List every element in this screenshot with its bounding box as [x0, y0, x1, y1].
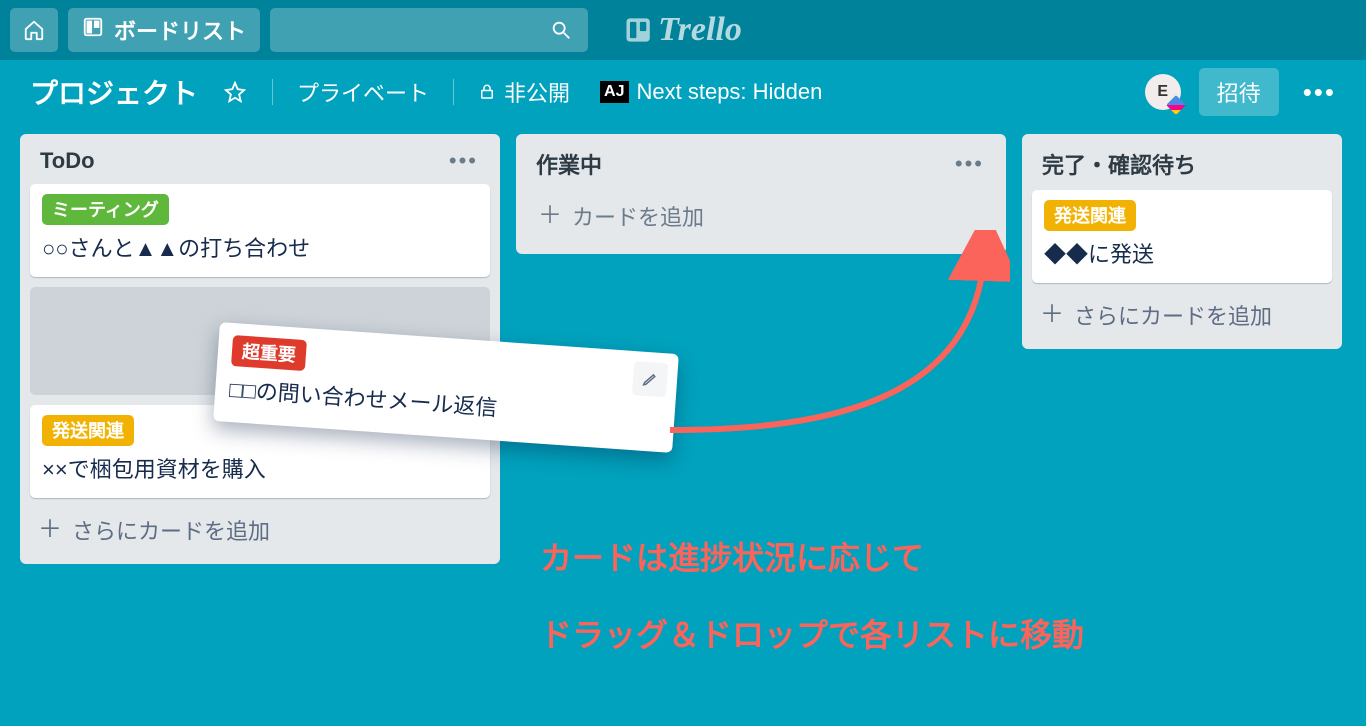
- card[interactable]: 発送関連 ◆◆に発送: [1032, 190, 1332, 283]
- card-text: ○○さんと▲▲の打ち合わせ: [42, 231, 478, 263]
- card[interactable]: ミーティング ○○さんと▲▲の打ち合わせ: [30, 184, 490, 277]
- home-button[interactable]: [10, 8, 58, 52]
- lock-icon: [478, 83, 496, 101]
- card-label: 発送関連: [42, 415, 134, 446]
- card-label: 超重要: [231, 335, 307, 371]
- powerup-item[interactable]: AJ Next steps: Hidden: [594, 75, 828, 109]
- brand-text: Trello: [658, 11, 742, 49]
- card-text: ◆◆に発送: [1044, 237, 1320, 269]
- card-text: ××で梱包用資材を購入: [42, 452, 478, 484]
- list-title[interactable]: 作業中: [536, 148, 602, 180]
- edit-card-button[interactable]: [632, 361, 668, 397]
- top-nav: ボードリスト Trello: [0, 0, 1366, 60]
- search-input[interactable]: [270, 8, 588, 52]
- pencil-icon: [640, 370, 659, 389]
- plus-icon: ＋: [1040, 303, 1064, 327]
- list-title[interactable]: 完了・確認待ち: [1042, 148, 1196, 180]
- board-header: プロジェクト プライベート 非公開 AJ Next steps: Hidden …: [0, 60, 1366, 124]
- add-card-button[interactable]: ＋ カードを追加: [526, 190, 996, 242]
- add-card-button[interactable]: ＋ さらにカードを追加: [1032, 293, 1332, 337]
- plus-icon: ＋: [38, 518, 62, 542]
- team-visibility[interactable]: プライベート: [291, 72, 435, 112]
- search-icon: [550, 19, 572, 41]
- annotation-text: カードは進捗状況に応じて ドラッグ＆ドロップで各リストに移動: [540, 520, 1084, 674]
- list-done: 完了・確認待ち 発送関連 ◆◆に発送 ＋ さらにカードを追加: [1022, 134, 1342, 349]
- divider: [453, 79, 454, 105]
- list-menu-button[interactable]: •••: [955, 151, 984, 177]
- list-title[interactable]: ToDo: [40, 148, 95, 174]
- boards-icon: [82, 16, 104, 44]
- home-icon: [23, 19, 45, 41]
- plus-icon: ＋: [538, 204, 562, 228]
- trello-icon: [624, 16, 652, 44]
- card-text: □□の問い合わせメール返信: [228, 372, 661, 434]
- board-menu-button[interactable]: •••: [1297, 77, 1342, 108]
- list-menu-button[interactable]: •••: [449, 148, 478, 174]
- card-label: 発送関連: [1044, 200, 1136, 231]
- card-label: ミーティング: [42, 194, 169, 225]
- brand-logo[interactable]: Trello: [624, 11, 742, 49]
- star-icon: [224, 81, 246, 103]
- boards-button[interactable]: ボードリスト: [68, 8, 260, 52]
- board-visibility[interactable]: 非公開: [472, 72, 576, 112]
- list-working: 作業中 ••• ＋ カードを追加: [516, 134, 1006, 254]
- aj-badge-icon: AJ: [600, 81, 628, 103]
- boards-label: ボードリスト: [114, 14, 246, 46]
- add-card-button[interactable]: ＋ さらにカードを追加: [30, 508, 490, 552]
- divider: [272, 79, 273, 105]
- board-title[interactable]: プロジェクト: [30, 72, 198, 112]
- star-button[interactable]: [216, 73, 254, 111]
- invite-button[interactable]: 招待: [1199, 68, 1279, 116]
- member-avatar[interactable]: E: [1145, 74, 1181, 110]
- board-canvas: ToDo ••• ミーティング ○○さんと▲▲の打ち合わせ 発送関連 ××で梱包…: [0, 124, 1366, 574]
